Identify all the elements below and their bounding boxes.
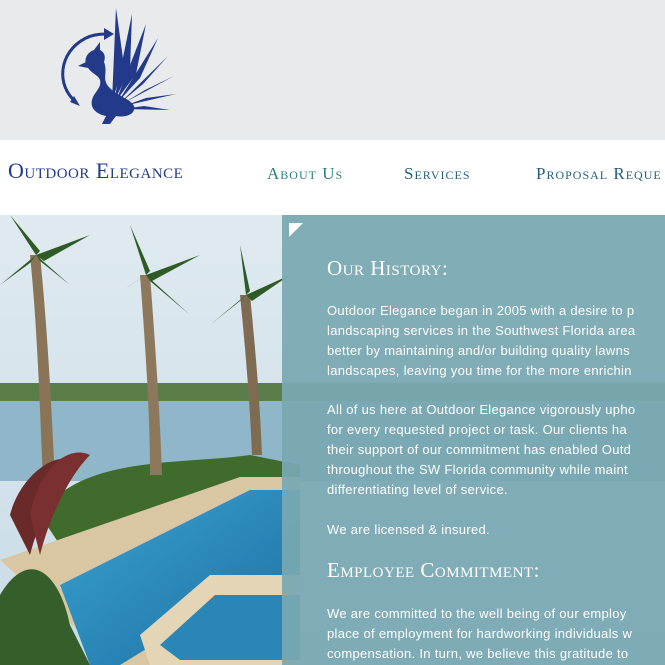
nav-about-us[interactable]: About Us — [267, 164, 343, 184]
history-paragraph-2: All of us here at Outdoor Elegance vigor… — [327, 402, 636, 497]
history-heading: Our History: — [327, 256, 449, 280]
brand-wordmark[interactable]: Outdoor Elegance — [8, 158, 183, 184]
licensed-statement: We are licensed & insured. — [327, 522, 490, 537]
about-content-panel: Our History: Outdoor Elegance began in 2… — [282, 215, 665, 665]
history-paragraph-1: Outdoor Elegance began in 2005 with a de… — [327, 303, 636, 378]
nav-proposal-request[interactable]: Proposal Reque — [536, 164, 662, 184]
commitment-paragraph: We are committed to the well being of ou… — [327, 606, 633, 661]
nav-services[interactable]: Services — [404, 164, 471, 184]
panel-corner-mark — [289, 223, 303, 237]
griffin-logo-icon[interactable] — [50, 6, 190, 126]
commitment-heading: Employee Commitment: — [327, 558, 540, 582]
